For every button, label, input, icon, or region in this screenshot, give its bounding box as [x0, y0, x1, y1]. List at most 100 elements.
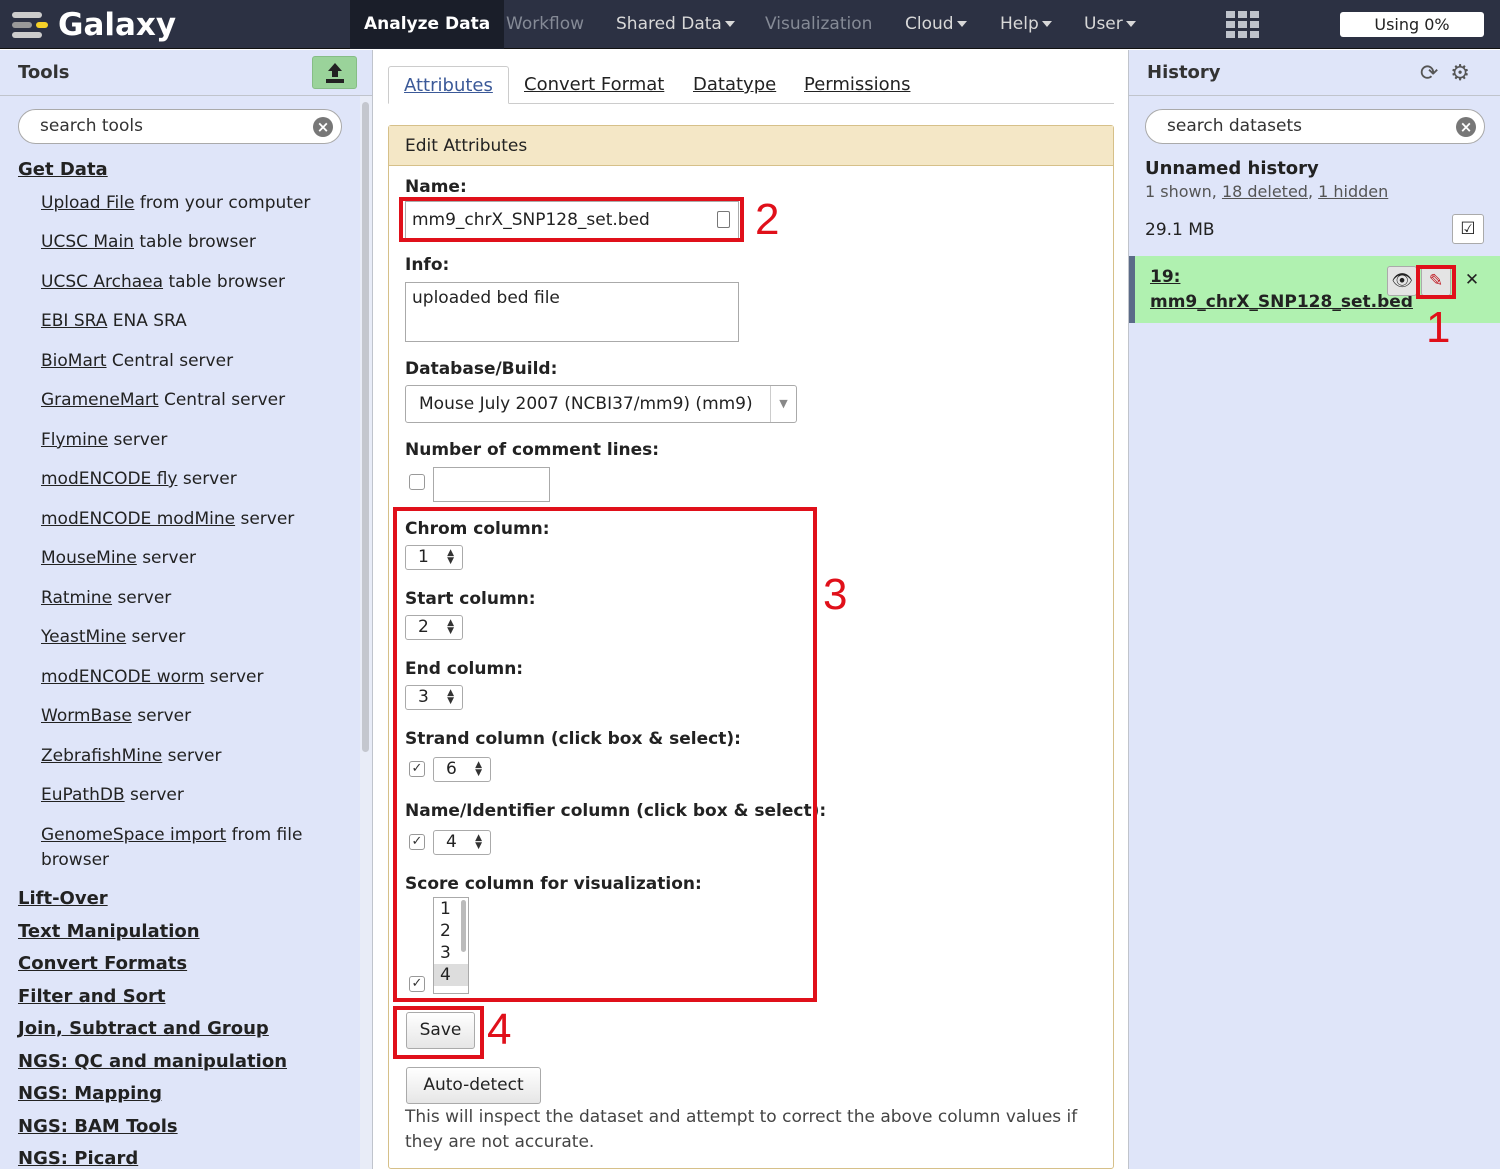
- tool-desc: server: [124, 785, 184, 805]
- center-scrollbar[interactable]: [1116, 50, 1128, 1169]
- tool-link[interactable]: modENCODE worm: [41, 667, 204, 687]
- tab-datatype[interactable]: Datatype: [693, 66, 776, 104]
- nav-analyze-data[interactable]: Analyze Data: [350, 0, 505, 49]
- section-get-data[interactable]: Get Data: [18, 158, 338, 191]
- nav-shared-data[interactable]: Shared Data: [602, 0, 749, 49]
- history-name[interactable]: Unnamed history: [1145, 158, 1319, 179]
- section-text-manipulation[interactable]: Text Manipulation: [18, 920, 338, 953]
- tab-convert-format[interactable]: Convert Format: [524, 66, 664, 104]
- tool-link[interactable]: GrameneMart: [41, 390, 159, 410]
- tab-attributes[interactable]: Attributes: [388, 66, 509, 104]
- dataset-title[interactable]: 19: mm9_chrX_SNP128_set.bed: [1150, 265, 1413, 315]
- select-datasets-button[interactable]: ☑: [1452, 214, 1484, 244]
- tool-panel-scrollbar[interactable]: [360, 96, 372, 1169]
- annotation-box-4: [393, 1006, 484, 1059]
- chevron-down-icon: [1125, 21, 1136, 27]
- db-build-select[interactable]: Mouse July 2007 (NCBI37/mm9) (mm9) ▼: [405, 385, 797, 423]
- name-label: Name:: [405, 177, 467, 197]
- tool-link[interactable]: Upload File: [41, 193, 134, 213]
- tool-link[interactable]: Ratmine: [41, 588, 112, 608]
- tool-item: ZebrafishMine server: [18, 744, 338, 769]
- tool-link[interactable]: modENCODE fly: [41, 469, 177, 489]
- dataset-search-input[interactable]: search datasets ×: [1145, 109, 1485, 144]
- nav-user[interactable]: User: [1070, 0, 1150, 49]
- nav-cloud-label: Cloud: [905, 14, 954, 34]
- tool-item: EuPathDB server: [18, 783, 338, 808]
- tool-link[interactable]: MouseMine: [41, 548, 137, 568]
- tool-desc: ENA SRA: [107, 311, 187, 331]
- tool-item: BioMart Central server: [18, 349, 338, 374]
- tool-item: GrameneMart Central server: [18, 388, 338, 413]
- tool-list: Get Data Upload File from your computer …: [18, 158, 338, 1169]
- section-lift-over[interactable]: Lift-Over: [18, 887, 338, 920]
- tool-desc: Central server: [106, 350, 234, 371]
- nav-help[interactable]: Help: [986, 0, 1066, 49]
- tool-link[interactable]: ZebrafishMine: [41, 746, 162, 766]
- tool-link[interactable]: EuPathDB: [41, 785, 125, 805]
- nav-cloud[interactable]: Cloud: [891, 0, 981, 49]
- info-textarea[interactable]: uploaded bed file: [405, 282, 739, 342]
- db-build-value: Mouse July 2007 (NCBI37/mm9) (mm9): [419, 394, 753, 414]
- tool-link[interactable]: GenomeSpace import: [41, 825, 226, 845]
- nav-help-label: Help: [1000, 14, 1039, 34]
- tool-item: GenomeSpace import from file browser: [18, 823, 308, 873]
- tool-panel-title: Tools: [18, 62, 70, 83]
- upload-button[interactable]: [312, 56, 357, 89]
- nav-visualization[interactable]: Visualization: [751, 0, 886, 49]
- tool-search-input[interactable]: search tools ×: [18, 109, 342, 144]
- tool-link[interactable]: YeastMine: [41, 627, 126, 647]
- tool-desc: server: [136, 548, 197, 568]
- tool-link[interactable]: BioMart: [41, 351, 107, 371]
- clear-search-icon[interactable]: ×: [313, 117, 333, 137]
- tool-desc: table browser: [133, 232, 256, 252]
- apps-grid-icon[interactable]: [1226, 11, 1259, 38]
- annotation-box-1: [1416, 265, 1456, 299]
- tool-desc: server: [112, 587, 172, 608]
- tool-item: YeastMine server: [18, 625, 338, 650]
- tool-link[interactable]: modENCODE modMine: [41, 509, 235, 529]
- tool-item: Flymine server: [18, 428, 338, 453]
- dataset-search-placeholder: search datasets: [1167, 116, 1303, 136]
- tool-link[interactable]: WormBase: [41, 706, 132, 726]
- auto-detect-button[interactable]: Auto-detect: [406, 1067, 541, 1104]
- nav-workflow[interactable]: Workflow: [492, 0, 598, 49]
- tab-permissions[interactable]: Permissions: [804, 66, 910, 104]
- close-icon[interactable]: ✕: [1457, 266, 1487, 296]
- tool-desc: server: [204, 666, 264, 687]
- nav-user-label: User: [1084, 14, 1123, 34]
- gear-icon[interactable]: ⚙: [1450, 61, 1482, 86]
- tool-link[interactable]: UCSC Archaea: [41, 272, 163, 292]
- tool-search-placeholder: search tools: [40, 116, 143, 136]
- annotation-box-2: [399, 197, 744, 242]
- tool-desc: Central server: [158, 390, 286, 410]
- tool-desc: server: [162, 745, 222, 766]
- section-join-subtract-group[interactable]: Join, Subtract and Group: [18, 1017, 338, 1050]
- chevron-down-icon: [1041, 21, 1052, 27]
- chevron-down-icon: [956, 21, 967, 27]
- section-ngs-qc[interactable]: NGS: QC and manipulation: [18, 1050, 338, 1083]
- galaxy-brand[interactable]: Galaxy: [12, 6, 176, 44]
- eye-icon[interactable]: 👁: [1387, 266, 1417, 296]
- annotation-number-1: 1: [1426, 303, 1451, 352]
- section-convert-formats[interactable]: Convert Formats: [18, 952, 338, 985]
- tool-item: Upload File from your computer: [18, 191, 338, 216]
- section-ngs-mapping[interactable]: NGS: Mapping: [18, 1082, 338, 1115]
- tool-link[interactable]: UCSC Main: [41, 232, 134, 252]
- section-ngs-bam-tools[interactable]: NGS: BAM Tools: [18, 1115, 338, 1148]
- tool-desc: server: [235, 508, 295, 529]
- hidden-link[interactable]: 1 hidden: [1318, 182, 1388, 201]
- section-ngs-picard[interactable]: NGS: Picard: [18, 1147, 338, 1169]
- tool-link[interactable]: Flymine: [41, 430, 108, 450]
- nav-shared-data-label: Shared Data: [616, 14, 722, 34]
- history-summary: 1 shown, 18 deleted, 1 hidden: [1145, 182, 1388, 201]
- refresh-icon[interactable]: ⟳: [1420, 61, 1450, 86]
- tool-desc: server: [131, 706, 192, 726]
- tool-link[interactable]: EBI SRA: [41, 311, 107, 331]
- tool-desc: server: [177, 469, 237, 489]
- checkbox-icon: ☑: [1460, 219, 1476, 239]
- comment-lines-checkbox[interactable]: [409, 474, 425, 490]
- clear-search-icon[interactable]: ×: [1456, 117, 1476, 137]
- comment-lines-input[interactable]: [433, 467, 550, 502]
- section-filter-and-sort[interactable]: Filter and Sort: [18, 985, 338, 1018]
- deleted-link[interactable]: 18 deleted: [1222, 182, 1308, 201]
